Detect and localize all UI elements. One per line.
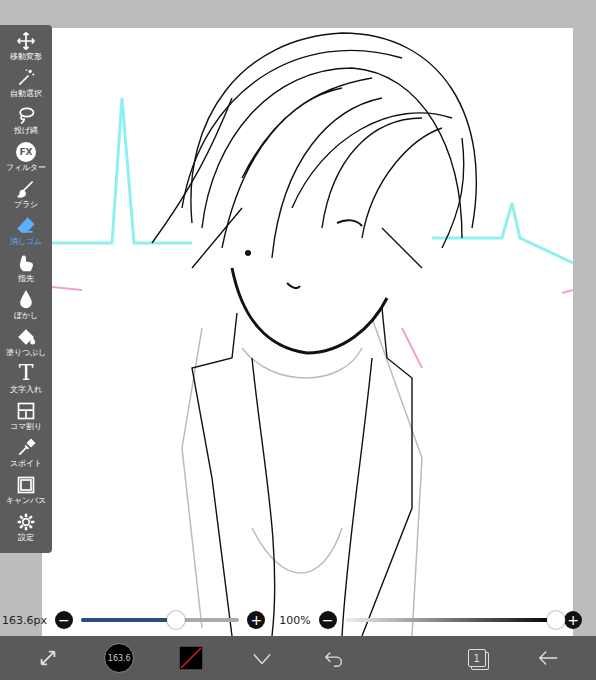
tool-label: 設定 [18, 532, 34, 543]
tool-button[interactable]: 設定 [0, 510, 52, 547]
down-arrow-icon [251, 647, 273, 669]
tool-label: 塗りつぶし [6, 347, 46, 358]
sketch-artwork [42, 28, 573, 636]
brush-size-reading: 163.6px [2, 614, 47, 627]
opacity-control: 100%− + [279, 611, 582, 629]
tool-label: 文字入れ [10, 384, 42, 395]
layers-button[interactable]: 1 [441, 649, 513, 667]
filter-icon: FX [16, 142, 36, 162]
tool-icon [16, 438, 36, 458]
tool-button[interactable]: ぼかし [0, 288, 52, 325]
slider-knob[interactable] [167, 611, 185, 629]
menu-down-button[interactable] [227, 647, 299, 669]
tool-button[interactable]: コマ割り [0, 399, 52, 436]
opacity-slider[interactable] [345, 618, 556, 622]
tool-label: 自動選択 [10, 88, 42, 99]
tool-label: 消しゴム [10, 236, 42, 247]
tool-icon [16, 401, 36, 421]
tool-button[interactable]: スポイト [0, 436, 52, 473]
text-icon: T [19, 362, 34, 384]
color-button[interactable] [155, 646, 227, 670]
increase-button[interactable]: + [564, 611, 582, 629]
tool-icon [16, 512, 36, 532]
brush-preview-button[interactable]: 163.6 [84, 643, 156, 673]
brush-size-control: 163.6px− + [2, 611, 265, 629]
drawing-canvas[interactable] [42, 28, 573, 636]
tool-icon [16, 475, 36, 495]
tool-button[interactable]: T文字入れ [0, 362, 52, 399]
tool-label: コマ割り [10, 421, 42, 432]
increase-button[interactable]: + [247, 611, 265, 629]
tool-button[interactable]: FXフィルター [0, 140, 52, 177]
tool-button[interactable]: 自動選択 [0, 66, 52, 103]
brush-preview: 163.6 [104, 643, 134, 673]
workspace: 移動変形自動選択投げ縄 FXフィルターブラシ消しゴム指先ぼかし塗りつぶし T文字入れ… [0, 0, 596, 636]
tool-button[interactable]: 指先 [0, 251, 52, 288]
tool-label: フィルター [6, 162, 46, 173]
opacity-reading: 100% [279, 614, 310, 627]
tool-icon [16, 105, 36, 125]
color-swatch-icon [179, 646, 203, 670]
tool-label: ぼかし [14, 310, 38, 321]
tool-button[interactable]: キャンバス [0, 473, 52, 510]
tool-icon [16, 31, 36, 51]
tool-label: 移動変形 [10, 51, 42, 62]
tool-label: ブラシ [14, 199, 38, 210]
tool-icon [16, 179, 36, 199]
slider-fill [81, 618, 176, 622]
paint-app: 移動変形自動選択投げ縄 FXフィルターブラシ消しゴム指先ぼかし塗りつぶし T文字入れ… [0, 0, 596, 680]
slider-row: 163.6px−+100%−+ [0, 608, 596, 632]
tool-label: 投げ縄 [14, 125, 38, 136]
tool-button[interactable]: 移動変形 [0, 29, 52, 66]
decrease-button[interactable]: − [55, 611, 73, 629]
tool-button[interactable]: ブラシ [0, 177, 52, 214]
tool-icon [16, 68, 36, 88]
brush-size-slider[interactable] [81, 618, 239, 622]
tool-label: 指先 [18, 273, 34, 284]
back-button[interactable] [513, 647, 585, 669]
tool-icon [16, 216, 36, 236]
undo-icon [323, 647, 345, 669]
bottom-toolbar: 163.61 [0, 636, 596, 680]
undo-button[interactable] [298, 647, 370, 669]
swap-arrows-icon [37, 647, 59, 669]
tool-icon [16, 253, 36, 273]
tool-button[interactable]: 塗りつぶし [0, 325, 52, 362]
tool-label: キャンバス [6, 495, 46, 506]
tool-icon [16, 290, 36, 310]
tool-label: スポイト [10, 458, 42, 469]
tool-button[interactable]: 消しゴム [0, 214, 52, 251]
swap-button[interactable] [12, 647, 84, 669]
slider-knob[interactable] [547, 611, 565, 629]
tool-icon [16, 327, 36, 347]
decrease-button[interactable]: − [319, 611, 337, 629]
back-arrow-icon [537, 647, 559, 669]
tool-palette: 移動変形自動選択投げ縄 FXフィルターブラシ消しゴム指先ぼかし塗りつぶし T文字入れ… [0, 25, 52, 553]
tool-button[interactable]: 投げ縄 [0, 103, 52, 140]
layer-count: 1 [468, 649, 486, 667]
